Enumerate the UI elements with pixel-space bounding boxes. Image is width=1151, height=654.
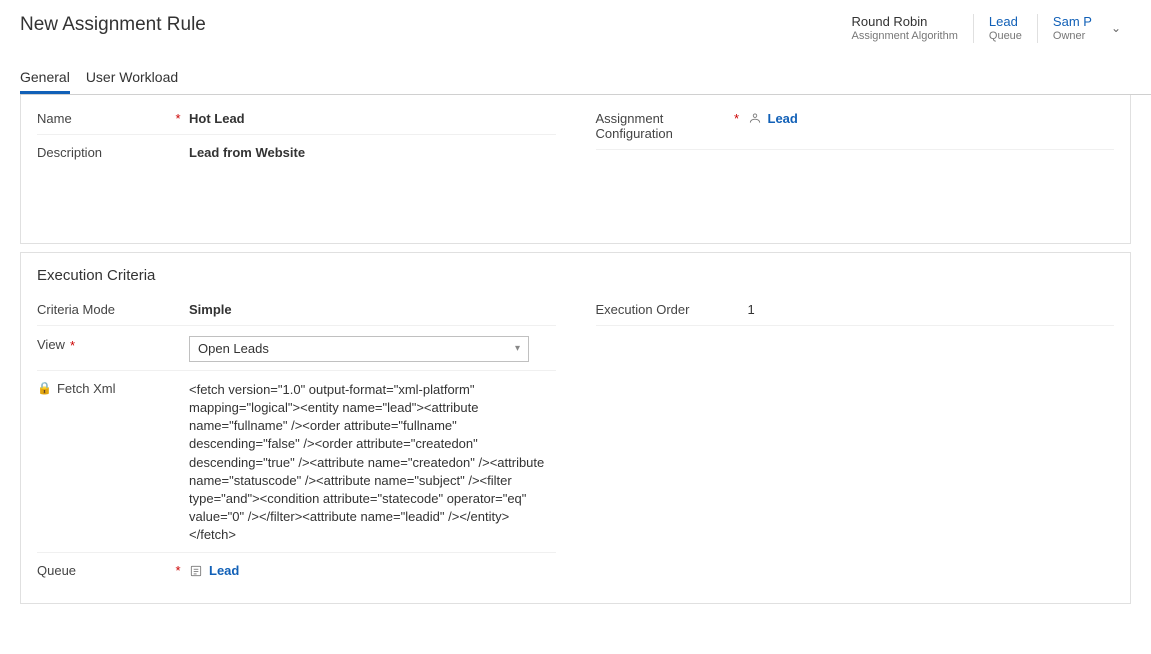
view-dropdown[interactable]: Open Leads ▾ [189, 336, 529, 362]
field-name[interactable]: Name * Hot Lead [37, 101, 556, 135]
field-fetch-xml: 🔒 Fetch Xml <fetch version="1.0" output-… [37, 371, 556, 554]
tab-user-workload[interactable]: User Workload [86, 69, 178, 94]
summary-label: Queue [989, 30, 1022, 43]
field-value: 1 [748, 300, 1115, 317]
field-assignment-configuration[interactable]: Assignment Configuration * Lead [596, 101, 1115, 150]
field-queue[interactable]: Queue * Lead [37, 553, 556, 587]
required-marker: * [173, 561, 183, 578]
field-value: Simple [189, 300, 556, 317]
field-description[interactable]: Description Lead from Website [37, 135, 556, 169]
summary-owner[interactable]: Sam P Owner [1038, 14, 1107, 43]
tab-general[interactable]: General [20, 69, 70, 94]
summary-value: Round Robin [852, 14, 958, 30]
chevron-down-icon: ▾ [515, 343, 520, 354]
field-value: <fetch version="1.0" output-format="xml-… [189, 379, 549, 545]
summary-label: Assignment Algorithm [852, 30, 958, 43]
field-view[interactable]: View * Open Leads ▾ [37, 326, 556, 371]
entity-icon [748, 111, 762, 125]
field-label: Name [37, 109, 167, 126]
field-label: 🔒 Fetch Xml [37, 379, 167, 396]
required-marker [173, 143, 183, 160]
form-header: New Assignment Rule Round Robin Assignme… [0, 0, 1151, 43]
summary-value: Sam P [1053, 14, 1092, 30]
link-text: Lead [209, 563, 239, 578]
header-summary: Round Robin Assignment Algorithm Lead Qu… [852, 14, 1132, 43]
field-label: Description [37, 143, 167, 160]
page-title: New Assignment Rule [20, 14, 206, 36]
field-value: Lead from Website [189, 143, 556, 160]
summary-value: Lead [989, 14, 1022, 30]
field-value: Hot Lead [189, 109, 556, 126]
field-criteria-mode[interactable]: Criteria Mode Simple [37, 292, 556, 326]
summary-label: Owner [1053, 30, 1092, 43]
required-marker [173, 300, 183, 317]
section-execution-criteria: Execution Criteria Criteria Mode Simple … [20, 252, 1131, 605]
summary-assignment-algorithm[interactable]: Round Robin Assignment Algorithm [852, 14, 974, 43]
required-marker: * [173, 109, 183, 126]
field-label: Execution Order [596, 300, 726, 317]
chevron-down-icon[interactable]: ⌄ [1111, 21, 1121, 35]
field-value[interactable]: Lead [748, 109, 1115, 126]
required-marker: * [732, 109, 742, 126]
field-value[interactable]: Lead [189, 561, 556, 578]
field-label: Queue [37, 561, 167, 578]
lock-icon: 🔒 [37, 381, 52, 395]
field-label: Assignment Configuration [596, 109, 726, 141]
field-label: View * [37, 334, 167, 353]
link-text: Lead [768, 111, 798, 126]
section-general: Name * Hot Lead Description Lead from We… [20, 95, 1131, 244]
summary-queue[interactable]: Lead Queue [974, 14, 1038, 43]
field-execution-order[interactable]: Execution Order 1 [596, 292, 1115, 326]
section-title: Execution Criteria [37, 267, 1114, 284]
tab-list: General User Workload [20, 69, 1151, 95]
dropdown-value: Open Leads [198, 341, 269, 356]
queue-icon [189, 564, 203, 578]
field-label: Criteria Mode [37, 300, 167, 317]
required-marker: * [70, 336, 75, 353]
